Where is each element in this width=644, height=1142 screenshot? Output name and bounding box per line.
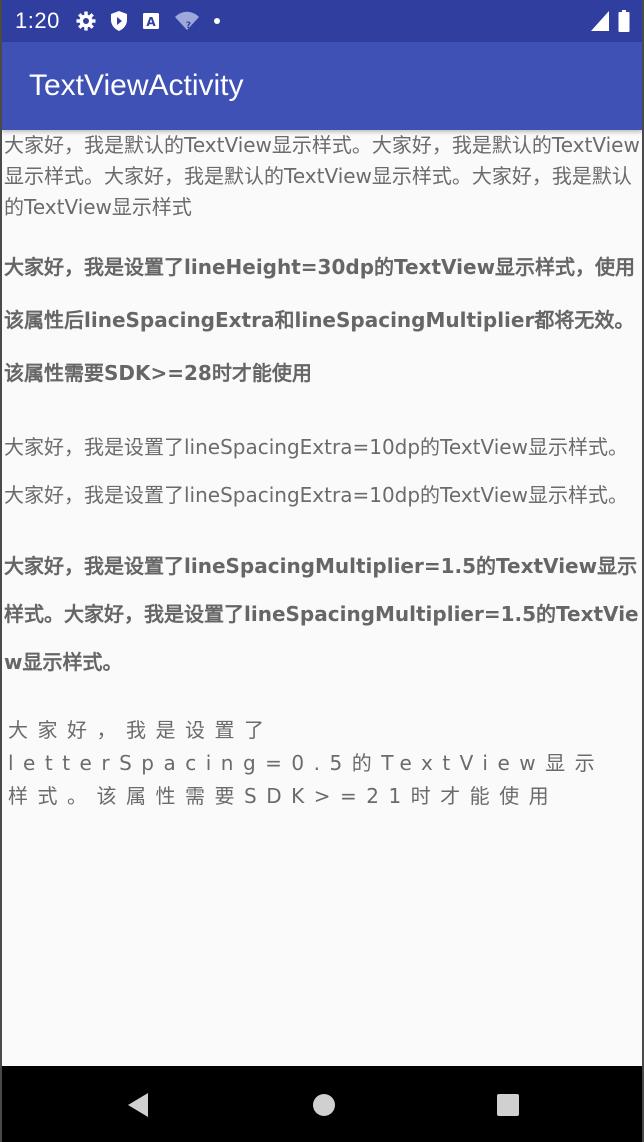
letter-spacing-line-2: letterSpacing=0.5的TextView显示 (8, 751, 605, 775)
letter-spacing-line-1: 大家好，我是设置了 (8, 718, 274, 742)
textview-letter-spacing: 大家好，我是设置了 letterSpacing=0.5的TextView显示 样… (4, 714, 640, 813)
textview-default: 大家好，我是默认的TextView显示样式。大家好，我是默认的TextView显… (4, 133, 640, 219)
textview-line-height: 大家好，我是设置了lineHeight=30dp的TextView显示样式，使用… (4, 255, 636, 385)
navigation-bar (2, 1066, 642, 1142)
page-title: TextViewActivity (29, 69, 244, 102)
home-icon[interactable] (310, 1092, 338, 1118)
a-notification-icon: A (142, 9, 160, 33)
svg-text:A: A (146, 15, 156, 29)
textview-line-spacing-extra: 大家好，我是设置了lineSpacingExtra=10dp的TextView显… (4, 435, 628, 507)
signal-icon (590, 10, 610, 36)
textview-line-spacing-multiplier: 大家好，我是设置了lineSpacingMultiplier=1.5的TextV… (4, 554, 639, 674)
dot-icon (213, 9, 220, 33)
recents-icon[interactable] (494, 1092, 522, 1118)
wifi-question-mark: ? (186, 21, 191, 31)
screen: 1:20 A ? TextViewActivity 大家好，我是默认的TextV… (0, 0, 644, 1142)
status-time: 1:20 (15, 8, 60, 33)
back-icon[interactable] (124, 1092, 152, 1118)
letter-spacing-line-3: 样式。该属性需要SDK>=21时才能使用 (8, 784, 559, 808)
status-right-group (590, 10, 630, 36)
content: 大家好，我是默认的TextView显示样式。大家好，我是默认的TextView显… (4, 130, 640, 813)
shield-icon (110, 9, 128, 33)
wifi-unknown-icon: ? (174, 9, 200, 33)
gear-icon (76, 9, 96, 33)
status-bar: 1:20 A ? (2, 0, 642, 42)
battery-icon (618, 10, 630, 36)
app-bar: TextViewActivity (2, 42, 642, 130)
